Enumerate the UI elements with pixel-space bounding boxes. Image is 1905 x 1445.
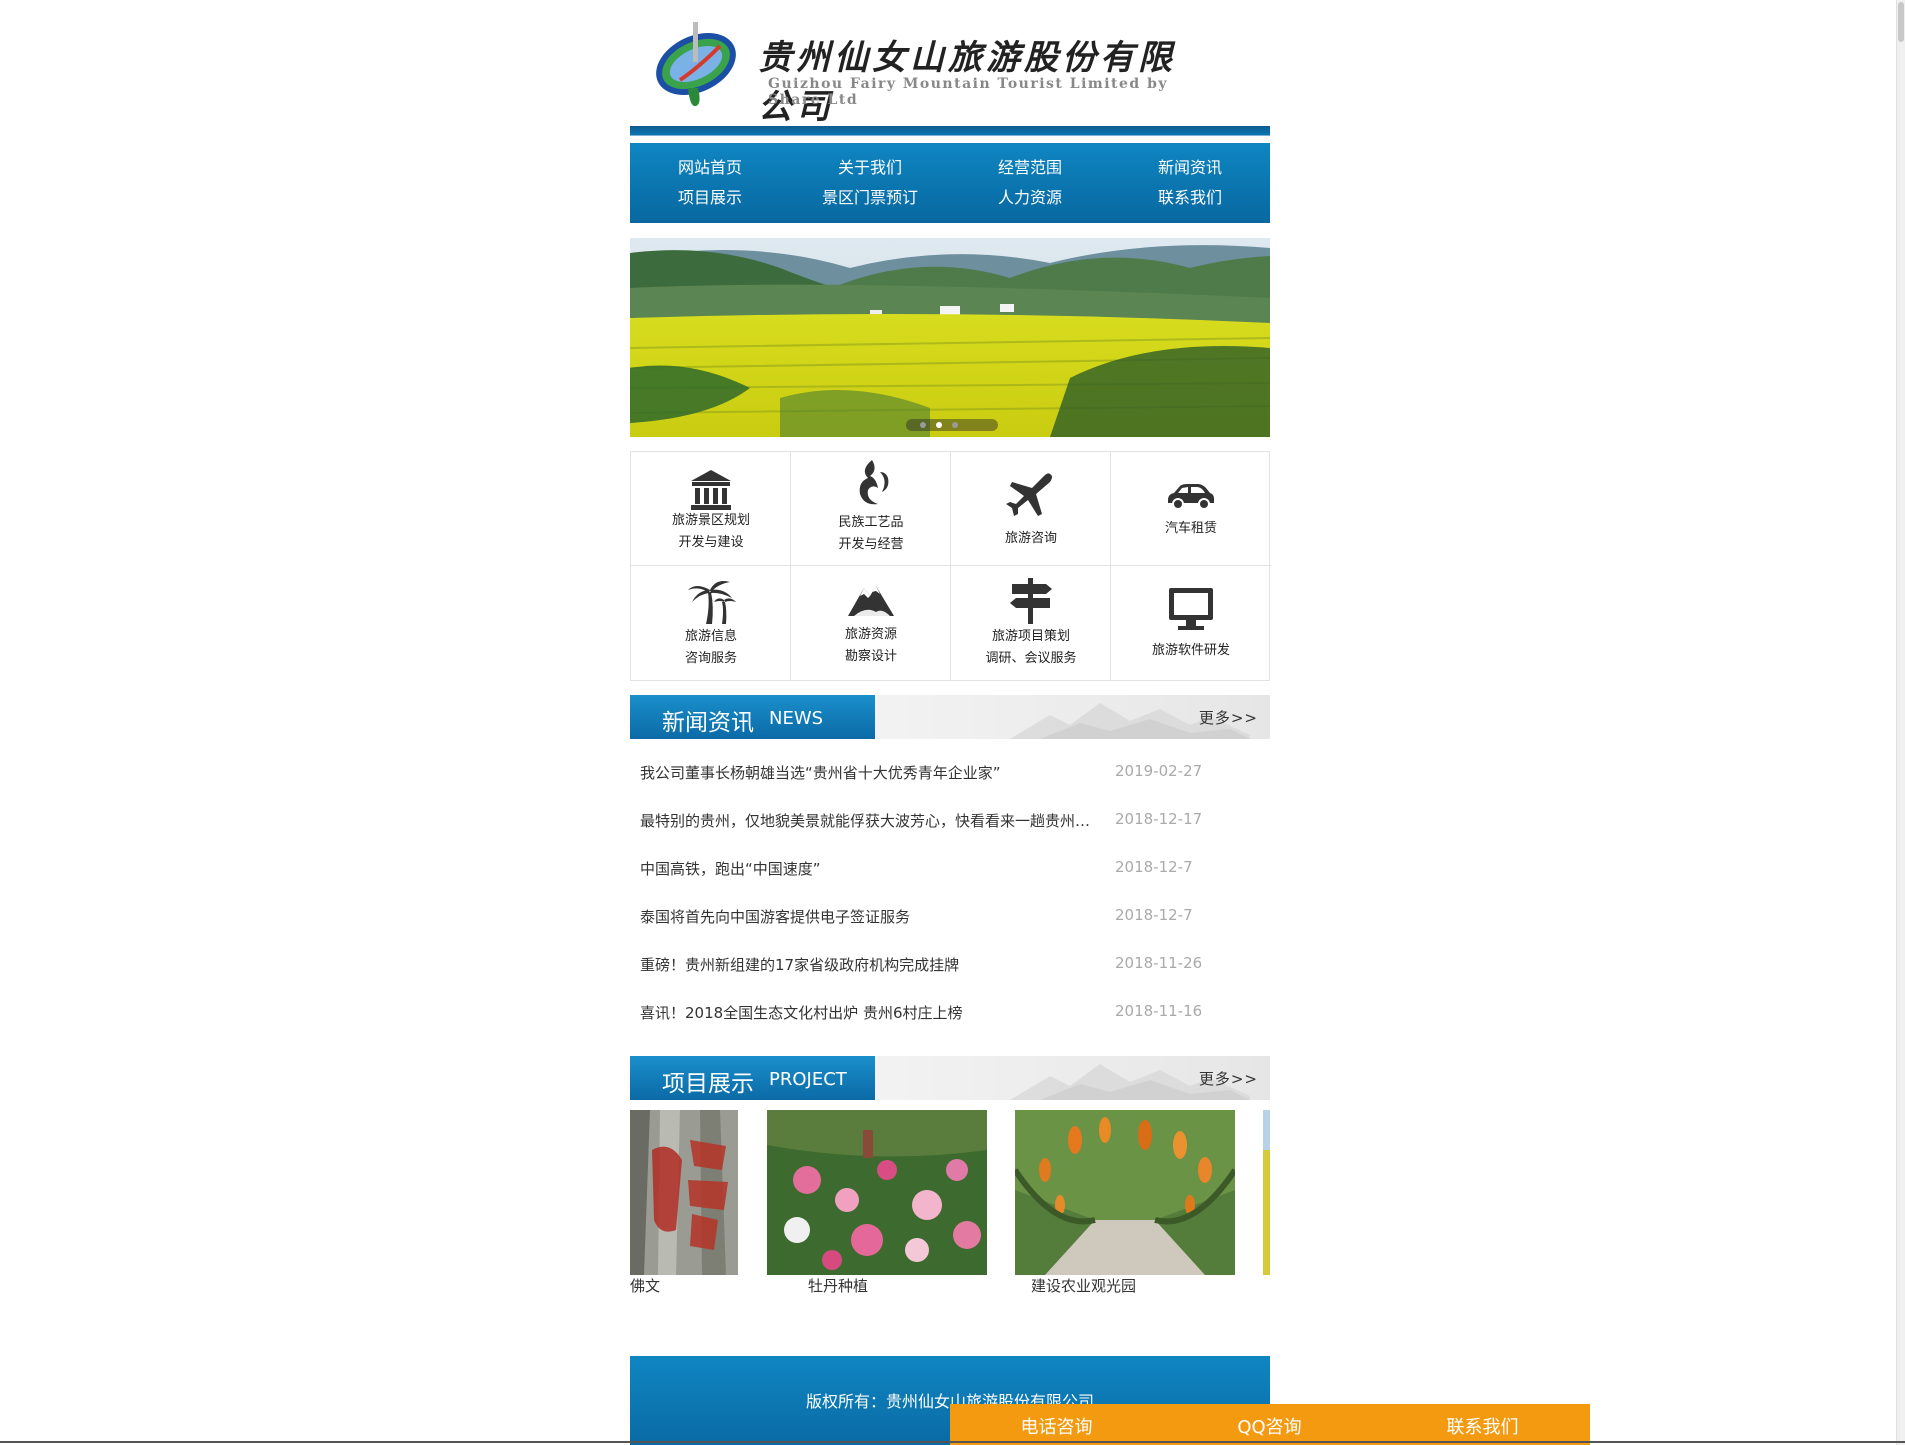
project-caption[interactable]: 建设农业观光园 [1031, 1275, 1136, 1296]
service-label-line1: 旅游景区规划 [671, 513, 750, 528]
banner-dot-1[interactable] [920, 422, 926, 428]
service-label-line2: 开发与经营 [838, 537, 904, 552]
banner-image [630, 238, 1270, 437]
news-date: 2018-12-7 [1115, 858, 1193, 876]
nav-item-contact[interactable]: 联系我们 [1110, 183, 1270, 213]
qq-consult-button[interactable]: QQ咨询 [1163, 1413, 1376, 1439]
news-date: 2019-02-27 [1115, 762, 1203, 780]
banner-slider[interactable] [630, 238, 1270, 437]
banner-pagination [906, 419, 998, 431]
service-scenic-planning[interactable]: 旅游景区规划 开发与建设 [631, 452, 791, 566]
flame-swirl-icon [859, 460, 889, 505]
project-image[interactable] [1015, 1110, 1235, 1275]
news-item[interactable]: 喜讯！2018全国生态文化村出炉 贵州6村庄上榜 2018-11-16 [640, 988, 1260, 1036]
project-caption[interactable]: 佛文 [630, 1275, 660, 1296]
service-label-line1: 旅游资源 [844, 627, 897, 642]
project-image[interactable] [767, 1110, 987, 1275]
phone-consult-button[interactable]: 电话咨询 [950, 1413, 1163, 1439]
main-nav: 网站首页 关于我们 经营范围 新闻资讯 项目展示 景区门票预订 人力资源 联系我… [630, 143, 1270, 223]
news-section-title: 新闻资讯 [662, 710, 754, 736]
airplane-icon [1006, 473, 1052, 516]
service-label-line1: 旅游咨询 [1004, 531, 1057, 546]
building-icon [691, 470, 731, 510]
project-carousel: 佛文 牡丹种植 建设农业观光园 [630, 1110, 1270, 1310]
service-label-line2: 勘察设计 [844, 649, 897, 664]
nav-item-business-scope[interactable]: 经营范围 [950, 153, 1110, 183]
nav-item-home[interactable]: 网站首页 [630, 153, 790, 183]
project-more-link[interactable]: 更多>> [1199, 1068, 1258, 1089]
news-date: 2018-12-7 [1115, 906, 1193, 924]
nav-item-tickets[interactable]: 景区门票预订 [790, 183, 950, 213]
service-label-line1: 汽车租赁 [1164, 521, 1217, 536]
service-handicrafts[interactable]: 民族工艺品 开发与经营 [791, 452, 951, 566]
news-title[interactable]: 最特别的贵州，仅地貌美景就能俘获大波芳心，快看看来一趟贵州的理由吧！ [640, 810, 1100, 831]
service-label-line1: 旅游软件研发 [1151, 643, 1230, 658]
news-item[interactable]: 我公司董事长杨朝雄当选“贵州省十大优秀青年企业家” 2019-02-27 [640, 748, 1260, 796]
banner-dot-2[interactable] [936, 422, 942, 428]
news-section-title-en: NEWS [769, 708, 824, 729]
project-caption[interactable]: 牡丹种植 [808, 1275, 868, 1296]
signpost-icon [1010, 578, 1052, 624]
news-title[interactable]: 重磅！贵州新组建的17家省级政府机构完成挂牌 [640, 954, 1100, 975]
scrollbar-thumb[interactable] [1898, 2, 1904, 42]
service-project-planning[interactable]: 旅游项目策划 调研、会议服务 [951, 566, 1111, 680]
service-car-rental[interactable]: 汽车租赁 [1111, 452, 1271, 566]
nav-item-hr[interactable]: 人力资源 [950, 183, 1110, 213]
project-image[interactable] [1263, 1110, 1270, 1275]
news-item[interactable]: 泰国将首先向中国游客提供电子签证服务 2018-12-7 [640, 892, 1260, 940]
service-travel-info[interactable]: 旅游信息 咨询服务 [631, 566, 791, 680]
service-resource-survey[interactable]: 旅游资源 勘察设计 [791, 566, 951, 680]
news-more-link[interactable]: 更多>> [1199, 707, 1258, 728]
service-label-line1: 旅游项目策划 [991, 629, 1070, 644]
banner-dot-3[interactable] [952, 422, 958, 428]
service-label-line1: 旅游信息 [684, 629, 737, 644]
company-name-en: Guizhou Fairy Mountain Tourist Limited b… [768, 76, 1169, 108]
nav-item-news[interactable]: 新闻资讯 [1110, 153, 1270, 183]
service-travel-consulting[interactable]: 旅游咨询 [951, 452, 1111, 566]
service-label-line2: 咨询服务 [684, 651, 737, 666]
project-image[interactable] [630, 1110, 738, 1275]
news-item[interactable]: 重磅！贵州新组建的17家省级政府机构完成挂牌 2018-11-26 [640, 940, 1260, 988]
service-label-line2: 开发与建设 [678, 535, 744, 550]
project-section-header: 项目展示 PROJECT 更多>> [630, 1056, 1270, 1100]
project-section-title: 项目展示 [662, 1071, 754, 1097]
nav-item-projects[interactable]: 项目展示 [630, 183, 790, 213]
contact-us-button[interactable]: 联系我们 [1376, 1413, 1589, 1439]
service-label-line2: 调研、会议服务 [985, 651, 1077, 666]
news-item[interactable]: 最特别的贵州，仅地貌美景就能俘获大波芳心，快看看来一趟贵州的理由吧！ 2018-… [640, 796, 1260, 844]
service-software-dev[interactable]: 旅游软件研发 [1111, 566, 1271, 680]
news-date: 2018-12-17 [1115, 810, 1203, 828]
logo-emblem-icon [656, 22, 736, 107]
news-title[interactable]: 喜讯！2018全国生态文化村出炉 贵州6村庄上榜 [640, 1002, 1100, 1023]
service-label-line1: 民族工艺品 [838, 515, 904, 530]
services-grid: 旅游景区规划 开发与建设 民族工艺品 开发与经营 旅游咨询 汽车租赁 旅游信息 … [630, 451, 1271, 681]
news-title[interactable]: 泰国将首先向中国游客提供电子签证服务 [640, 906, 1100, 927]
car-icon [1168, 484, 1214, 510]
news-item[interactable]: 中国高铁，跑出“中国速度” 2018-12-7 [640, 844, 1260, 892]
bottom-divider [0, 1441, 1905, 1443]
news-section-header: 新闻资讯 NEWS 更多>> [630, 695, 1270, 739]
news-date: 2018-11-26 [1115, 954, 1203, 972]
news-date: 2018-11-16 [1115, 1002, 1203, 1020]
news-title[interactable]: 我公司董事长杨朝雄当选“贵州省十大优秀青年企业家” [640, 762, 1100, 783]
monitor-icon [1169, 588, 1213, 630]
mountain-icon [848, 586, 894, 616]
page-scrollbar[interactable] [1896, 0, 1905, 1445]
project-section-tab: 项目展示 PROJECT [630, 1056, 875, 1100]
project-section-title-en: PROJECT [769, 1069, 847, 1090]
site-logo[interactable]: 贵州仙女山旅游股份有限公司 Guizhou Fairy Mountain Tou… [640, 10, 1180, 127]
nav-item-about[interactable]: 关于我们 [790, 153, 950, 183]
palm-tree-icon [688, 581, 736, 624]
news-section-tab: 新闻资讯 NEWS [630, 695, 875, 739]
contact-bar: 电话咨询 QQ咨询 联系我们 [950, 1404, 1590, 1445]
header-divider-bar [630, 126, 1270, 136]
news-title[interactable]: 中国高铁，跑出“中国速度” [640, 858, 1100, 879]
